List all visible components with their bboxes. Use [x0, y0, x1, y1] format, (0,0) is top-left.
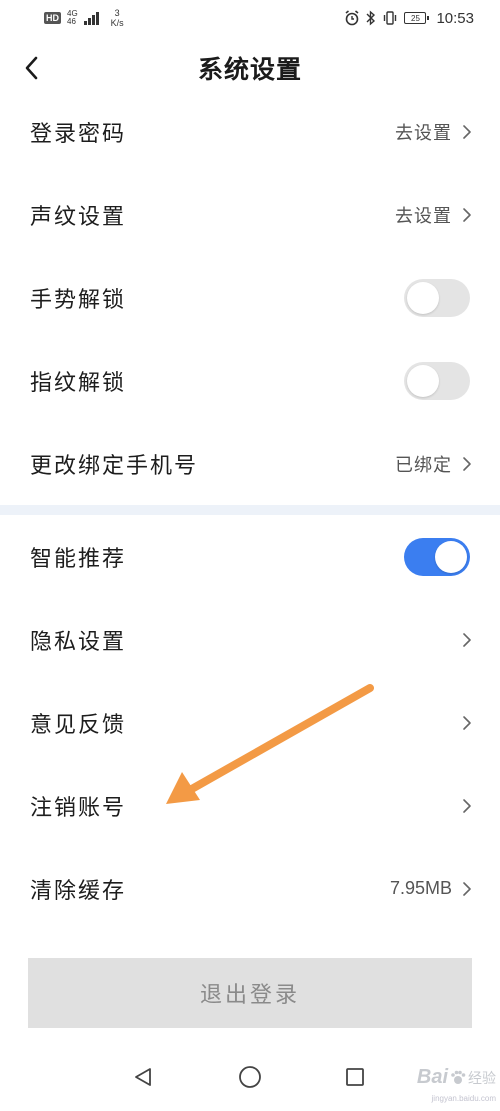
square-recents-icon	[346, 1068, 364, 1086]
chevron-right-icon	[462, 715, 472, 731]
page-title: 系统设置	[197, 55, 302, 84]
logout-button[interactable]: 退出登录	[28, 958, 472, 1028]
watermark-suffix: 经验	[468, 1070, 496, 1087]
setting-action: 7.95MB	[390, 878, 472, 899]
setting-action: 去设置	[395, 202, 472, 228]
watermark-logo: Bai 经验	[417, 1066, 496, 1089]
vibrate-icon	[384, 11, 397, 25]
network-speed-value: 3	[114, 8, 120, 18]
setting-row-voiceprint[interactable]: 声纹设置 去设置	[0, 173, 500, 256]
watermark-url: jingyan.baidu.com	[431, 1094, 496, 1103]
setting-row-change-phone[interactable]: 更改绑定手机号 已绑定	[0, 422, 500, 505]
section-divider	[0, 505, 500, 515]
bluetooth-icon	[366, 10, 376, 26]
setting-label: 清除缓存	[30, 878, 127, 904]
status-left: HD 4G 46 3 K/s	[44, 8, 124, 28]
setting-action: 去设置	[395, 119, 472, 145]
nav-recents-button[interactable]	[340, 1062, 370, 1092]
chevron-right-icon	[462, 632, 472, 648]
setting-label: 登录密码	[30, 121, 127, 147]
setting-label: 注销账号	[30, 795, 127, 821]
setting-action: 已绑定	[395, 451, 472, 477]
clock: 10:53	[436, 9, 474, 27]
smart-recommend-toggle[interactable]	[404, 537, 470, 576]
setting-row-clear-cache[interactable]: 清除缓存 7.95MB	[0, 847, 500, 930]
setting-value: 已绑定	[395, 454, 452, 476]
battery-icon: 25	[404, 12, 430, 24]
setting-label: 隐私设置	[30, 629, 127, 655]
status-bar: HD 4G 46 3 K/s 25 10:53	[0, 0, 500, 36]
network-speed-unit: K/s	[110, 18, 124, 28]
setting-row-cancel-account[interactable]: 注销账号	[0, 764, 500, 847]
toggle-knob	[435, 540, 467, 573]
hd-badge: HD	[44, 12, 61, 24]
setting-row-gesture-unlock: 手势解锁	[0, 256, 500, 339]
setting-label: 智能推荐	[30, 546, 127, 572]
setting-row-fingerprint-unlock: 指纹解锁	[0, 339, 500, 422]
nav-home-button[interactable]	[235, 1062, 265, 1092]
alarm-icon	[345, 10, 359, 26]
network-speed: 3 K/s	[111, 8, 124, 28]
chevron-right-icon	[462, 207, 472, 223]
setting-label: 指纹解锁	[30, 370, 127, 396]
toggle-knob	[407, 364, 439, 397]
paw-icon	[451, 1070, 466, 1084]
chevron-right-icon	[462, 456, 472, 472]
gesture-unlock-toggle[interactable]	[404, 278, 470, 317]
circle-home-icon	[239, 1066, 261, 1088]
watermark-brand: Bai	[416, 1066, 448, 1088]
setting-row-privacy[interactable]: 隐私设置	[0, 598, 500, 681]
setting-row-login-password[interactable]: 登录密码 去设置	[0, 90, 500, 173]
signal-icon	[83, 11, 99, 25]
chevron-right-icon	[462, 798, 472, 814]
setting-row-smart-recommend: 智能推荐	[0, 515, 500, 598]
network-type-bottom: 46	[67, 17, 76, 26]
setting-value: 去设置	[395, 205, 452, 227]
cache-size: 7.95MB	[389, 878, 452, 898]
setting-label: 意见反馈	[30, 712, 127, 738]
setting-label: 更改绑定手机号	[30, 453, 199, 479]
setting-value: 去设置	[395, 122, 452, 144]
chevron-right-icon	[462, 124, 472, 140]
network-type: 4G 46	[67, 10, 78, 26]
status-right: 25 10:53	[344, 10, 474, 27]
setting-label: 声纹设置	[30, 204, 127, 230]
header: 系统设置	[0, 40, 500, 96]
toggle-knob	[407, 281, 439, 314]
nav-back-button[interactable]	[128, 1062, 158, 1092]
triangle-back-icon	[135, 1068, 151, 1086]
chevron-right-icon	[462, 881, 472, 897]
setting-row-feedback[interactable]: 意见反馈	[0, 681, 500, 764]
fingerprint-unlock-toggle[interactable]	[404, 361, 470, 400]
setting-label: 手势解锁	[30, 287, 127, 313]
